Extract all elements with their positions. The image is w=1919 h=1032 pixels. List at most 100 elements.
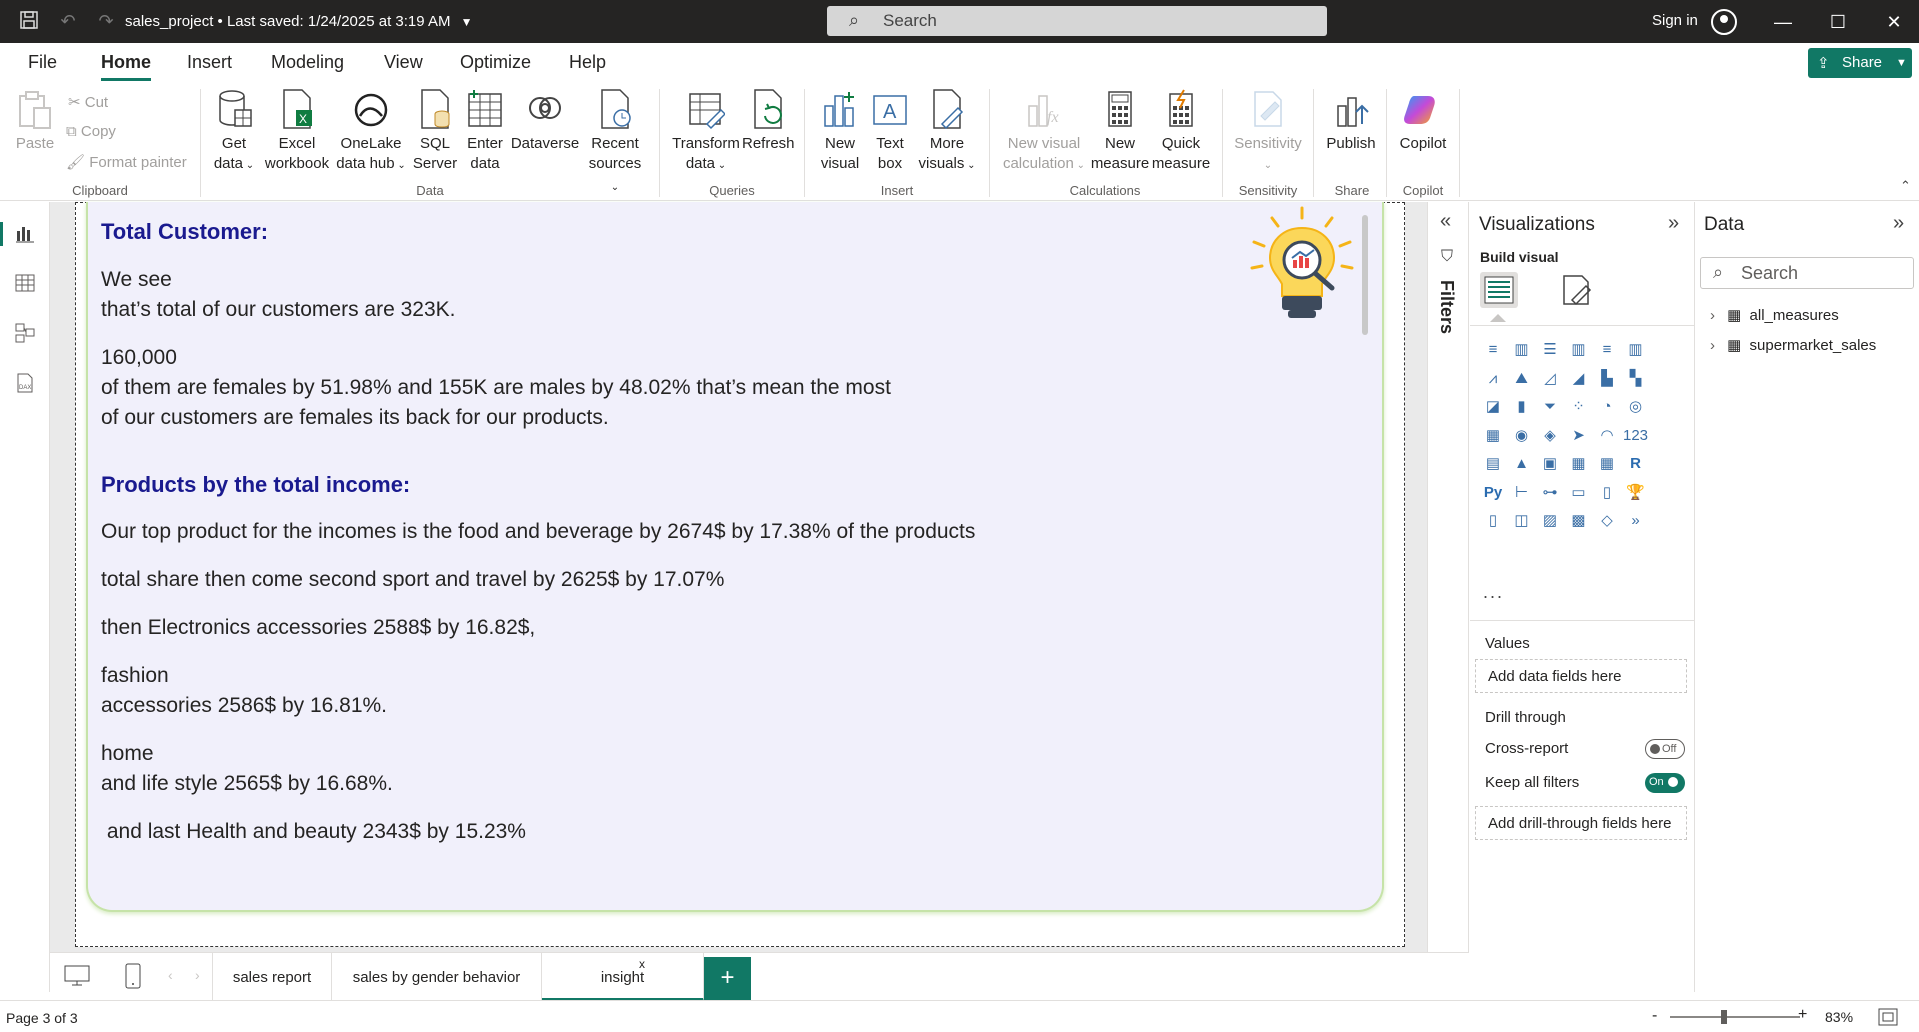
line-chart-icon[interactable]: ⩘ bbox=[1480, 366, 1506, 392]
arcgis-icon[interactable]: ▩ bbox=[1566, 508, 1592, 534]
collapse-visualizations-icon[interactable]: » bbox=[1668, 212, 1679, 235]
clustered-bar-icon[interactable]: ☰ bbox=[1537, 337, 1563, 363]
fit-to-page-icon[interactable] bbox=[1878, 1008, 1898, 1029]
close-icon[interactable]: ✕ bbox=[1879, 8, 1909, 36]
filled-map-icon[interactable]: ◈ bbox=[1537, 423, 1563, 449]
treemap-icon[interactable]: ▦ bbox=[1480, 423, 1506, 449]
stacked-area-icon[interactable]: ◿ bbox=[1537, 366, 1563, 392]
format-painter-button[interactable]: 🖌 Format painter bbox=[66, 153, 187, 171]
quick-measure-button[interactable]: Quick measure bbox=[1150, 88, 1212, 174]
expand-filters-icon[interactable]: « bbox=[1440, 210, 1451, 233]
area-chart-icon[interactable]: ⛰ bbox=[1509, 366, 1535, 392]
window-title[interactable]: sales_project • Last saved: 1/24/2025 at… bbox=[125, 13, 473, 30]
more-visuals-ellipsis[interactable]: ... bbox=[1483, 582, 1504, 603]
copilot-button[interactable]: Copilot bbox=[1394, 88, 1452, 154]
kpi-icon[interactable]: ▲ bbox=[1509, 451, 1535, 477]
tab-insert[interactable]: Insert bbox=[187, 52, 232, 73]
save-icon[interactable] bbox=[18, 10, 40, 32]
collapse-data-icon[interactable]: » bbox=[1893, 212, 1904, 235]
table-item-all-measures[interactable]: › ▦ all_measures bbox=[1710, 306, 1839, 324]
tab-file[interactable]: File bbox=[28, 52, 57, 73]
scroll-left-icon[interactable]: ‹ bbox=[168, 967, 173, 983]
100-bar-icon[interactable]: ≡ bbox=[1594, 337, 1620, 363]
gauge-icon[interactable]: ◠ bbox=[1594, 423, 1620, 449]
goals-icon[interactable]: 🏆 bbox=[1623, 480, 1649, 506]
ribbon-chart-icon[interactable]: ◪ bbox=[1480, 394, 1506, 420]
sql-server-button[interactable]: SQL Server bbox=[412, 88, 458, 174]
qa-icon[interactable]: ▭ bbox=[1566, 480, 1592, 506]
power-automate-icon[interactable]: ▨ bbox=[1537, 508, 1563, 534]
copy-button[interactable]: ⧉ Copy bbox=[66, 123, 116, 140]
avatar-icon[interactable] bbox=[1711, 9, 1737, 35]
stacked-column-icon[interactable]: ▥ bbox=[1509, 337, 1535, 363]
add-page-button[interactable]: + bbox=[704, 957, 751, 1001]
matrix-icon[interactable]: ▦ bbox=[1594, 451, 1620, 477]
waterfall-icon[interactable]: ▮ bbox=[1509, 394, 1535, 420]
new-visual-calculation-button[interactable]: fx New visual calculation ⌄ bbox=[998, 88, 1090, 176]
100-column-icon[interactable]: ▥ bbox=[1623, 337, 1649, 363]
table-item-supermarket-sales[interactable]: › ▦ supermarket_sales bbox=[1710, 336, 1876, 354]
onelake-button[interactable]: OneLake data hub ⌄ bbox=[333, 88, 409, 176]
cross-report-toggle[interactable]: Off bbox=[1645, 739, 1685, 759]
zoom-slider-thumb[interactable] bbox=[1720, 1010, 1727, 1024]
format-visual-tab-icon[interactable] bbox=[1558, 272, 1596, 308]
close-page-icon[interactable]: x bbox=[639, 957, 645, 971]
new-measure-button[interactable]: New measure bbox=[1090, 88, 1150, 174]
report-view-icon[interactable] bbox=[0, 222, 37, 246]
new-visual-button[interactable]: New visual bbox=[815, 88, 865, 174]
100-area-icon[interactable]: ◢ bbox=[1566, 366, 1592, 392]
powerapps-diamond-icon[interactable]: ◇ bbox=[1594, 508, 1620, 534]
text-box-scrollbar[interactable] bbox=[1362, 215, 1368, 335]
map-icon[interactable]: ◉ bbox=[1509, 423, 1535, 449]
desktop-layout-icon[interactable] bbox=[64, 965, 90, 992]
enter-data-button[interactable]: Enter data bbox=[462, 88, 508, 174]
data-search-input[interactable]: ⌕ Search bbox=[1700, 257, 1914, 289]
key-influencers-icon[interactable]: ⊢ bbox=[1509, 480, 1535, 506]
sensitivity-button[interactable]: Sensitivity ⌄ bbox=[1230, 88, 1306, 176]
r-visual-icon[interactable]: R bbox=[1623, 451, 1649, 477]
scroll-right-icon[interactable]: › bbox=[195, 967, 200, 983]
model-view-icon[interactable] bbox=[13, 322, 37, 346]
card-icon[interactable]: 123 bbox=[1623, 423, 1649, 449]
python-visual-icon[interactable]: Py bbox=[1480, 480, 1506, 506]
multirow-card-icon[interactable]: ▤ bbox=[1480, 451, 1506, 477]
get-data-button[interactable]: Get data ⌄ bbox=[210, 88, 258, 176]
more-chevron-icon[interactable]: » bbox=[1623, 508, 1649, 534]
excel-workbook-button[interactable]: X Excel workbook bbox=[262, 88, 332, 174]
values-field-well[interactable]: Add data fields here bbox=[1475, 659, 1687, 693]
maximize-icon[interactable]: ☐ bbox=[1823, 8, 1853, 36]
dax-query-view-icon[interactable]: DAX bbox=[13, 372, 37, 396]
sign-in-link[interactable]: Sign in bbox=[1652, 12, 1698, 29]
page-tab-insight[interactable]: insight bbox=[542, 953, 704, 1001]
minimize-icon[interactable]: — bbox=[1768, 8, 1798, 36]
zoom-slider[interactable] bbox=[1670, 1016, 1800, 1018]
paste-button[interactable]: Paste bbox=[14, 88, 56, 154]
zoom-out-icon[interactable]: - bbox=[1652, 1007, 1657, 1025]
mobile-layout-icon[interactable] bbox=[125, 963, 141, 994]
page-tab-sales-report[interactable]: sales report bbox=[212, 953, 332, 1001]
scatter-icon[interactable]: ⁘ bbox=[1566, 394, 1592, 420]
donut-icon[interactable]: ◎ bbox=[1623, 394, 1649, 420]
funnel-icon[interactable]: ⏷ bbox=[1537, 394, 1563, 420]
more-visuals-button[interactable]: More visuals ⌄ bbox=[918, 88, 976, 176]
recent-sources-button[interactable]: Recent sources ⌄ bbox=[584, 88, 646, 198]
tab-optimize[interactable]: Optimize bbox=[460, 52, 531, 73]
tab-help[interactable]: Help bbox=[569, 52, 606, 73]
clustered-column-icon[interactable]: ▥ bbox=[1566, 337, 1592, 363]
page-tab-sales-by-gender[interactable]: sales by gender behavior bbox=[332, 953, 542, 1001]
line-clustered-icon[interactable]: ▚ bbox=[1623, 366, 1649, 392]
azure-map-icon[interactable]: ➤ bbox=[1566, 423, 1592, 449]
drill-through-field-well[interactable]: Add drill-through fields here bbox=[1475, 806, 1687, 840]
undo-icon[interactable]: ↶ bbox=[57, 10, 79, 32]
decomposition-tree-icon[interactable]: ⊶ bbox=[1537, 480, 1563, 506]
keep-all-filters-toggle[interactable]: On bbox=[1645, 773, 1685, 793]
transform-data-button[interactable]: Transform data ⌄ bbox=[670, 88, 742, 176]
line-column-icon[interactable]: ▙ bbox=[1594, 366, 1620, 392]
tab-view[interactable]: View bbox=[384, 52, 423, 73]
redo-icon[interactable]: ↷ bbox=[95, 10, 117, 32]
share-button[interactable]: ⇪ Share ▼ bbox=[1808, 48, 1912, 78]
power-apps-icon[interactable]: ◫ bbox=[1509, 508, 1535, 534]
table-view-icon[interactable] bbox=[13, 272, 37, 296]
global-search[interactable]: ⌕ Search bbox=[827, 6, 1327, 36]
table-icon[interactable]: ▦ bbox=[1566, 451, 1592, 477]
